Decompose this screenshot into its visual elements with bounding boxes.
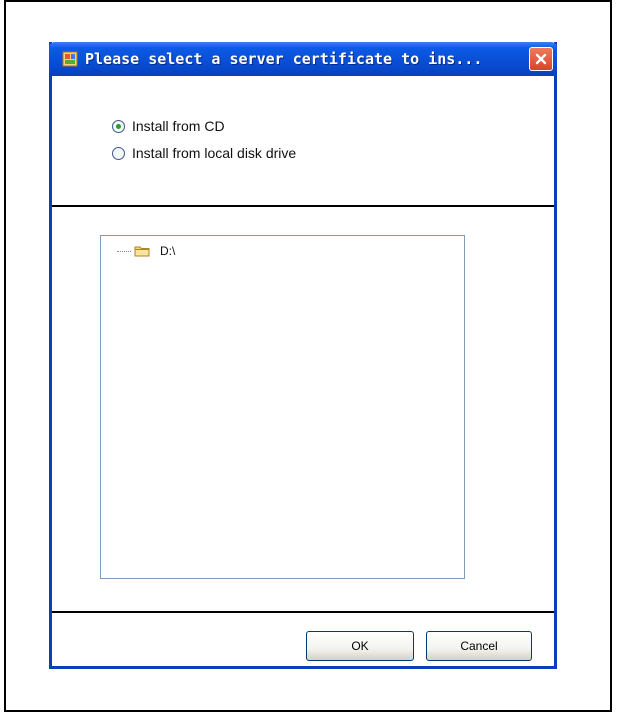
divider-bottom: [52, 611, 554, 613]
close-icon: [535, 53, 547, 65]
cancel-button[interactable]: Cancel: [426, 631, 532, 661]
tree-item-label: D:\: [160, 244, 176, 258]
radio-button[interactable]: [112, 146, 125, 160]
app-icon: [62, 51, 78, 67]
radio-install-from-local-disk[interactable]: Install from local disk drive: [112, 145, 296, 161]
ok-button[interactable]: OK: [306, 631, 414, 661]
install-source-group: Install from CD Install from local disk …: [52, 76, 554, 206]
directory-tree[interactable]: D:\: [100, 235, 465, 579]
title-bar[interactable]: Please select a server certificate to in…: [49, 42, 557, 76]
tree-item-drive-d[interactable]: D:\: [117, 244, 175, 258]
radio-button-selected[interactable]: [112, 119, 125, 133]
folder-icon: [134, 245, 150, 257]
close-button[interactable]: [529, 47, 553, 71]
dialog-title: Please select a server certificate to in…: [85, 50, 483, 68]
divider-top: [52, 205, 554, 207]
tree-connector: [117, 250, 131, 252]
certificate-dialog: Please select a server certificate to in…: [49, 42, 557, 669]
radio-label: Install from CD: [132, 118, 225, 134]
radio-install-from-cd[interactable]: Install from CD: [112, 118, 225, 134]
radio-label: Install from local disk drive: [132, 145, 297, 161]
